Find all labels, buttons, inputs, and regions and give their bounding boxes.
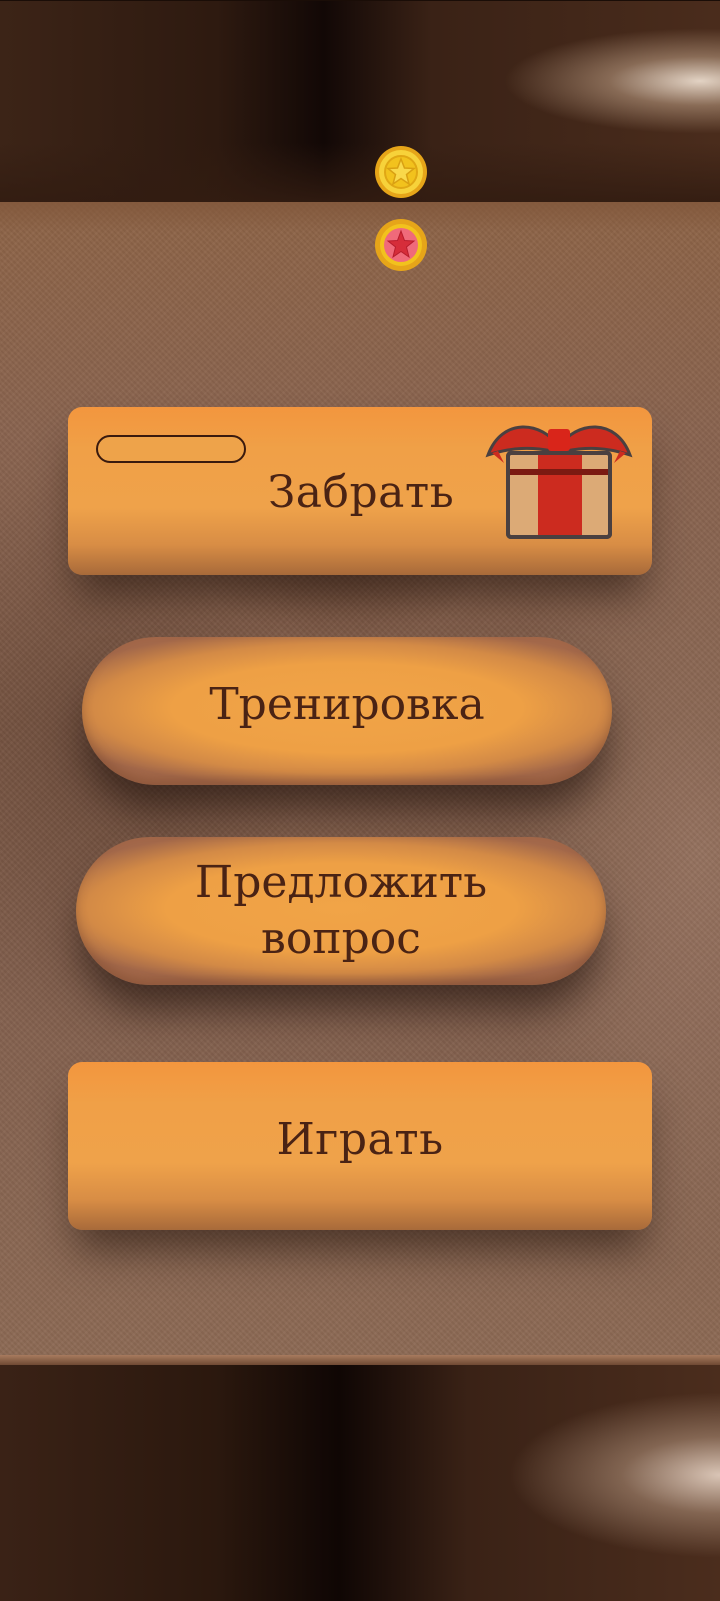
suggest-button-label: Предложить вопрос — [76, 855, 606, 967]
top-banner — [0, 0, 720, 203]
play-button[interactable]: Играть — [68, 1062, 652, 1230]
red-star-coin-icon — [374, 218, 428, 272]
training-button[interactable]: Тренировка — [82, 637, 612, 785]
suggest-question-button[interactable]: Предложить вопрос — [76, 837, 606, 985]
suggest-button-label-line1: Предложить — [194, 857, 488, 908]
training-button-label: Тренировка — [209, 679, 485, 730]
bottom-divider — [0, 1355, 720, 1365]
gold-star-coin-icon — [374, 145, 428, 199]
gift-box-icon — [482, 417, 636, 541]
reward-progress-bar — [96, 435, 246, 463]
bottom-banner — [0, 1365, 720, 1601]
suggest-button-label-line2: вопрос — [261, 913, 421, 964]
claim-reward-button[interactable]: Забрать — [68, 407, 652, 575]
play-button-label: Играть — [276, 1114, 444, 1165]
